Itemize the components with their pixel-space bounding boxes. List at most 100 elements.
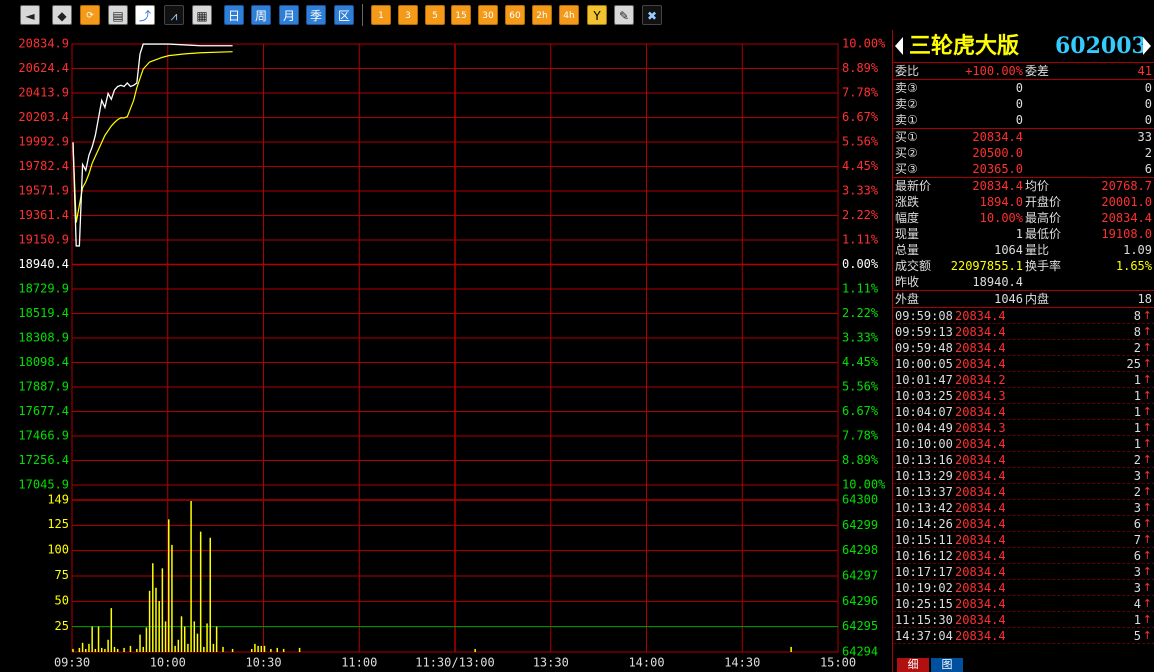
trade-up-arrow-icon: ↑ (1142, 517, 1152, 530)
bid-row: 买② 20500.0 2 (893, 145, 1154, 161)
cube-button[interactable]: ◆ (52, 5, 72, 25)
stat-value: 1064 (994, 243, 1023, 257)
trade-price: 20834.4 (955, 549, 1006, 563)
min5-button[interactable]: 5 (425, 5, 445, 25)
volume-tick-label: 75 (55, 568, 69, 582)
trade-volume: 3 (1133, 581, 1141, 595)
trade-volume: 1 (1133, 437, 1141, 451)
percent-tick-label: 5.56% (842, 135, 879, 149)
trade-up-arrow-icon: ↑ (1142, 565, 1152, 578)
stat-label: 成交额 (895, 259, 932, 273)
prev-close-label: 昨收 (895, 275, 920, 289)
percent-tick-label: 3.33% (842, 184, 879, 198)
percent-tick-label: 8.89% (842, 61, 879, 75)
percent-tick-label: 2.22% (842, 208, 879, 222)
price-tick-label: 19782.4 (18, 159, 69, 173)
hour4-button[interactable]: 4h (559, 5, 579, 25)
intraday-chart-button[interactable]: ⤴ (135, 5, 155, 25)
ask-label: 卖③ (895, 81, 918, 95)
range-button[interactable]: 区 (334, 5, 354, 25)
trade-time: 10:19:02 (895, 581, 953, 595)
ask-row: 卖③ 0 0 (893, 80, 1154, 96)
min30-button[interactable]: 30 (478, 5, 498, 25)
trade-row: 10:00:05 20834.4 25 ↑ (893, 356, 1154, 372)
settings-tools-button[interactable]: ✖ (642, 5, 662, 25)
stat-label: 现量 (895, 227, 920, 241)
trade-price: 20834.4 (955, 597, 1006, 611)
trade-up-arrow-icon: ↑ (1142, 549, 1152, 562)
stock-header: 三轮虎大版 602003 (893, 30, 1154, 63)
hour2-button[interactable]: 2h (532, 5, 552, 25)
time-tick-label: 14:30 (724, 656, 760, 670)
stat-value-2: 1.65% (1115, 259, 1152, 273)
clipboard-button[interactable]: ▤ (108, 5, 128, 25)
trade-price: 20834.4 (955, 501, 1006, 515)
refresh-button[interactable]: ⟳ (80, 5, 100, 25)
trade-price: 20834.4 (955, 437, 1006, 451)
volume-tick-label: 50 (55, 593, 69, 607)
outer-value: 1046 (994, 292, 1023, 306)
percent-tick-label: 1.11% (842, 233, 879, 247)
stat-row: 现量 1 最低价 19108.0 (893, 226, 1154, 242)
trade-price: 20834.4 (955, 485, 1006, 499)
bid-price: 20834.4 (972, 130, 1023, 144)
trade-row: 14:37:04 20834.4 5 ↑ (893, 628, 1154, 644)
trade-up-arrow-icon: ↑ (1142, 405, 1152, 418)
stat-value-2: 20001.0 (1101, 195, 1152, 209)
outer-inner-row: 外盘 1046 内盘 18 (893, 291, 1154, 307)
outer-inner-section: 外盘 1046 内盘 18 (893, 291, 1154, 308)
price-tick-label: 18729.9 (18, 282, 69, 296)
percent-tick-label: 10.00% (842, 37, 886, 51)
trade-up-arrow-icon: ↑ (1142, 581, 1152, 594)
min60-button[interactable]: 60 (505, 5, 525, 25)
intraday-chart[interactable]: 20834.9 10.00% 20624.4 8.89% 20413.9 7.78% 202… (0, 30, 892, 672)
tab-chart[interactable]: 图 (931, 658, 963, 672)
bid-row: 买① 20834.4 33 (893, 129, 1154, 145)
min3-button[interactable]: 3 (398, 5, 418, 25)
kline-chart-button[interactable]: ⩘ (164, 5, 184, 25)
quarterly-period-button[interactable]: 季 (306, 5, 326, 25)
trade-volume: 2 (1133, 341, 1141, 355)
draw-tool-button[interactable]: ✎ (614, 5, 634, 25)
ask-levels: 卖③ 0 0 卖② 0 0 卖① 0 0 (893, 80, 1154, 129)
trade-volume: 1 (1133, 421, 1141, 435)
daily-period-button[interactable]: 日 (224, 5, 244, 25)
trade-price: 20834.4 (955, 517, 1006, 531)
price-tick-label: 19992.9 (18, 135, 69, 149)
weekly-period-button[interactable]: 周 (251, 5, 271, 25)
ask-label: 卖② (895, 97, 918, 111)
percent-tick-label: 1.11% (842, 282, 879, 296)
bid-volume: 6 (1144, 162, 1152, 176)
next-stock-arrow-icon[interactable] (1143, 37, 1151, 55)
trade-ticker: 09:59:08 20834.4 8 ↑ 09:59:13 20834.4 8 ↑ 09:59:… (893, 308, 1154, 644)
stat-value: 22097855.1 (950, 259, 1023, 273)
prev-stock-arrow-icon[interactable] (895, 37, 903, 55)
trade-time: 10:01:47 (895, 373, 953, 387)
monthly-period-button[interactable]: 月 (279, 5, 299, 25)
yearly-button[interactable]: Y (587, 5, 607, 25)
table-button[interactable]: ▦ (192, 5, 212, 25)
trade-volume: 2 (1133, 453, 1141, 467)
trade-price: 20834.4 (955, 325, 1006, 339)
tab-detail[interactable]: 细 (897, 658, 929, 672)
commission-row: 委比 +100.00% 委差 41 (893, 63, 1154, 79)
trade-time: 10:25:15 (895, 597, 953, 611)
trade-row: 10:17:17 20834.4 3 ↑ (893, 564, 1154, 580)
min1-button[interactable]: 1 (371, 5, 391, 25)
volume-tick-label: 25 (55, 619, 69, 633)
min15-button[interactable]: 15 (451, 5, 471, 25)
percent-tick-label: 7.78% (842, 86, 879, 100)
price-tick-label: 19361.4 (18, 208, 69, 222)
trade-time: 10:13:16 (895, 453, 953, 467)
stat-value-2: 1.09 (1123, 243, 1152, 257)
percent-tick-label: 8.89% (842, 453, 879, 467)
trade-price: 20834.4 (955, 341, 1006, 355)
price-tick-label: 19150.9 (18, 233, 69, 247)
stat-value: 10.00% (979, 211, 1023, 225)
back-button[interactable]: ◄ (20, 5, 40, 25)
stat-label: 最新价 (895, 179, 932, 193)
stat-row: 最新价 20834.4 均价 20768.7 (893, 178, 1154, 194)
stat-label: 总量 (895, 243, 920, 257)
percent-tick-label: 5.56% (842, 380, 879, 394)
trade-price: 20834.2 (955, 373, 1006, 387)
